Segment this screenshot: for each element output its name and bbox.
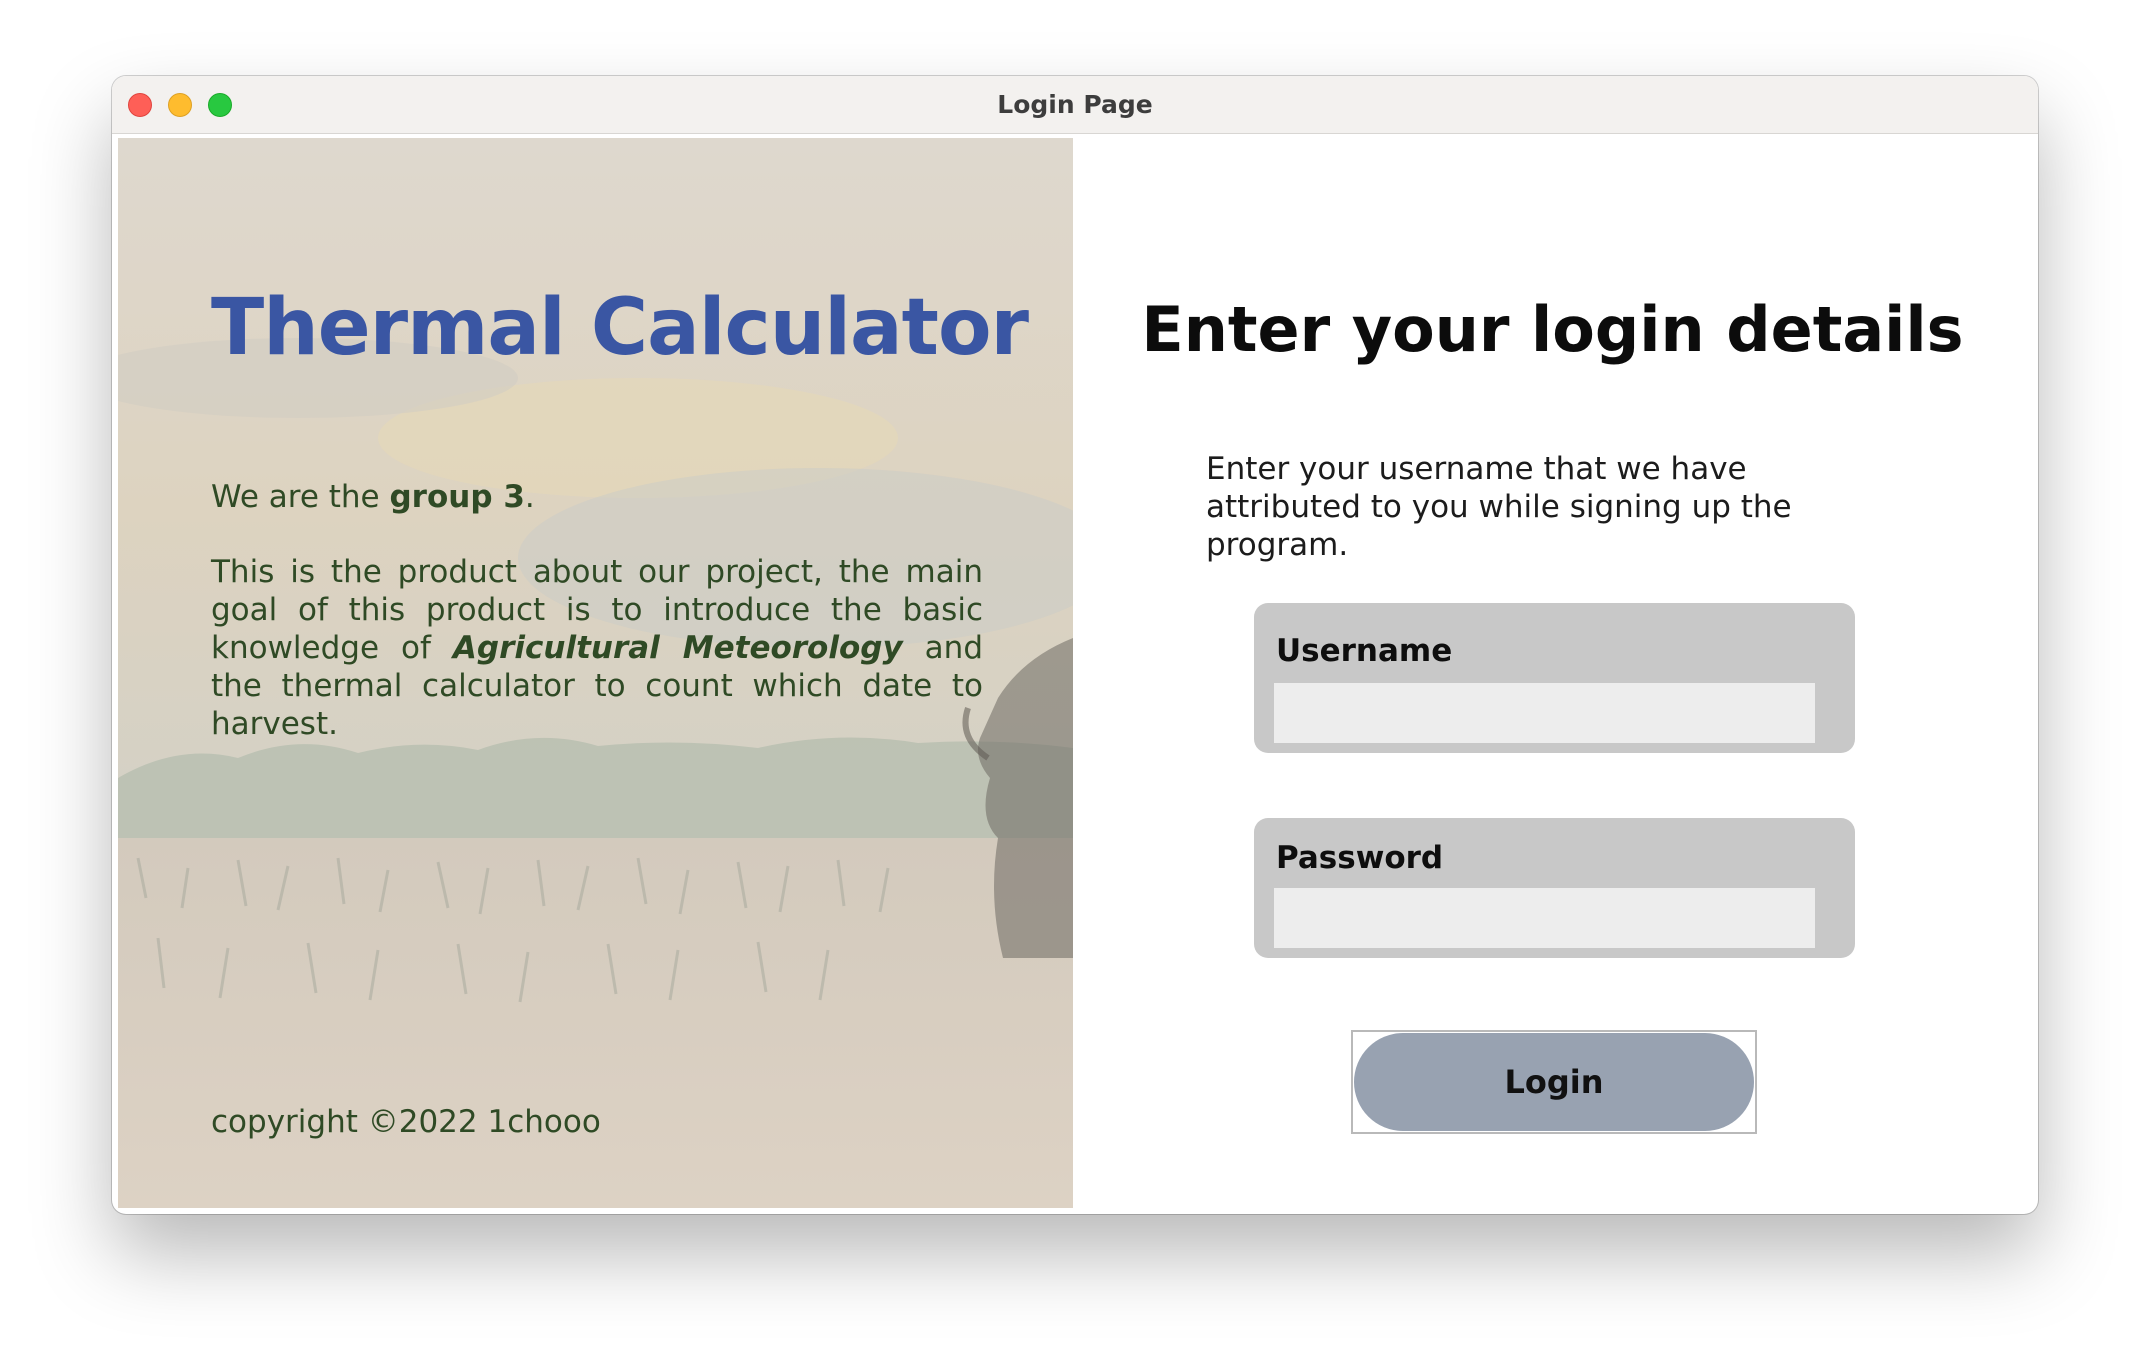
- description-text: This is the product about our project, t…: [211, 553, 983, 743]
- username-group: Username: [1254, 603, 1855, 753]
- window-title: Login Page: [997, 90, 1153, 119]
- desktop: Login Page Thermal Calculator We are the…: [0, 0, 2144, 1360]
- info-panel: Thermal Calculator We are the group 3. T…: [118, 138, 1073, 1208]
- username-input[interactable]: [1274, 683, 1815, 743]
- username-label: Username: [1276, 633, 1453, 669]
- password-label: Password: [1276, 840, 1444, 876]
- intro-suffix: .: [524, 479, 535, 515]
- login-hint: Enter your username that we have attribu…: [1206, 451, 1792, 563]
- password-group: Password: [1254, 818, 1855, 958]
- intro-text: We are the group 3.: [211, 478, 983, 516]
- title-bar[interactable]: Login Page: [112, 76, 2038, 134]
- group-name: group 3: [389, 479, 525, 515]
- password-input[interactable]: [1274, 888, 1815, 948]
- intro-prefix: We are the: [211, 479, 390, 515]
- login-heading: Enter your login details: [1141, 293, 1964, 366]
- app-title: Thermal Calculator: [211, 283, 1029, 373]
- description-emphasis: Agricultural Meteorology: [452, 630, 903, 666]
- copyright-text: copyright ©2022 1chooo: [211, 1104, 601, 1140]
- login-window: Login Page Thermal Calculator We are the…: [112, 76, 2038, 1214]
- login-button[interactable]: Login: [1354, 1033, 1754, 1131]
- login-panel: Enter your login details Enter your user…: [1073, 138, 2032, 1208]
- login-button-focus-frame: Login: [1351, 1030, 1757, 1134]
